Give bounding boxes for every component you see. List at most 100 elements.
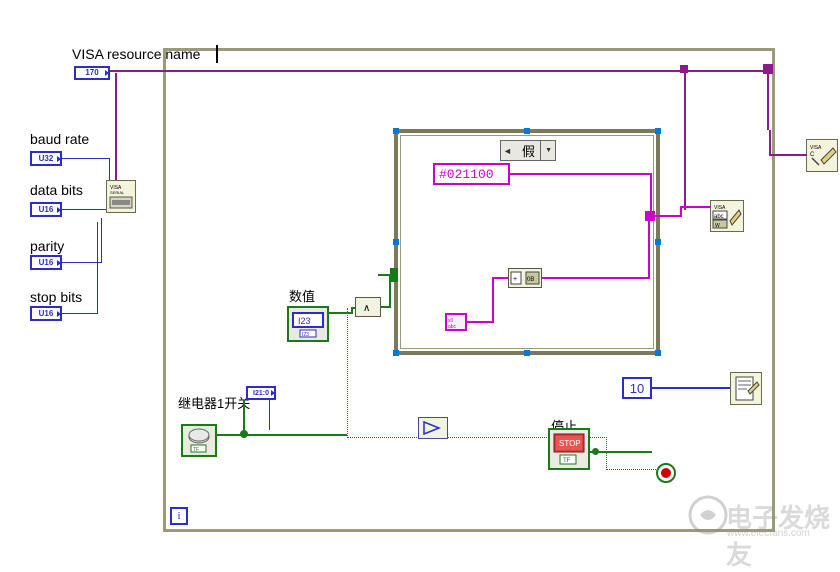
visa-write-node[interactable]: VISA abc W — [710, 200, 744, 232]
wire-stop-bits-v — [97, 222, 98, 313]
bytes-count-value: 10 — [629, 380, 645, 396]
hex-string-constant[interactable]: #021100 — [433, 163, 510, 185]
number-to-hex-node[interactable]: x0 abc — [445, 313, 467, 331]
terminal-parity[interactable]: U16 — [30, 255, 62, 270]
wire-to-visa-close-h — [769, 154, 807, 156]
svg-text:abc: abc — [448, 324, 457, 329]
terminal-arrow-icon — [57, 206, 61, 213]
numeric-control[interactable]: I23 I23 — [287, 306, 329, 342]
boolean-terminal-icon: TF — [183, 426, 215, 455]
terminal-arrow-icon — [57, 259, 61, 266]
concat-node[interactable]: + 0B — [508, 268, 542, 288]
selection-handle-ml[interactable] — [393, 239, 399, 245]
wire-concat-in-h — [466, 321, 494, 323]
number-to-hex-icon: x0 abc — [448, 318, 457, 330]
concat-icon: + 0B — [509, 269, 541, 287]
case-selector[interactable]: ◄ 假 ▼ — [500, 140, 556, 161]
selection-handle-tm[interactable] — [524, 128, 530, 134]
selection-handle-mr[interactable] — [655, 239, 661, 245]
loop-dotted-right — [606, 437, 607, 470]
parity-label: parity — [30, 238, 65, 254]
svg-text:+: + — [513, 276, 517, 283]
wire-concat-out — [542, 277, 650, 279]
watermark-logo-icon — [688, 495, 728, 535]
visa-resource-name-cursor — [216, 45, 218, 63]
wire-pink-to-write-h2 — [680, 206, 710, 208]
baud-rate-label: baud rate — [30, 131, 90, 147]
wire-visa-to-config-v — [115, 73, 117, 193]
wire-pink-to-write — [652, 215, 682, 217]
svg-text:I23: I23 — [302, 332, 309, 338]
terminal-arrow-icon — [271, 390, 275, 396]
iteration-index-label: i — [177, 510, 181, 522]
svg-text:TF: TF — [193, 447, 199, 453]
terminal-baud-rate-label: U32 — [38, 153, 54, 163]
bytes-count-constant[interactable]: 10 — [622, 377, 652, 399]
greater-than-icon — [419, 418, 447, 438]
wire-concat-in-v — [492, 277, 494, 321]
svg-text:C: C — [810, 152, 815, 158]
relay-constant-label: I21:0 — [253, 389, 269, 397]
svg-text:∧: ∧ — [363, 303, 370, 314]
svg-text:abc: abc — [714, 214, 724, 220]
terminal-visa-resource-name-label: 170 — [85, 68, 99, 77]
and-node[interactable]: ∧ — [355, 297, 381, 317]
wire-concat-out-up — [648, 217, 650, 277]
visa-serial-icon: VISA SERIAL — [107, 181, 135, 212]
terminal-data-bits[interactable]: U16 — [30, 202, 62, 217]
svg-text:W: W — [715, 223, 720, 229]
hex-string-constant-value: #021100 — [439, 166, 494, 182]
case-selector-divider — [540, 141, 541, 160]
svg-text:0B: 0B — [527, 277, 534, 283]
visa-close-node[interactable]: VISA C — [806, 139, 838, 172]
wire-visa-top — [90, 70, 769, 72]
wire-relay-up — [243, 400, 245, 434]
relay-constant[interactable]: I21:0 — [246, 386, 276, 400]
selection-handle-tr[interactable] — [655, 128, 661, 134]
svg-text:STOP: STOP — [559, 439, 581, 448]
wire-parity — [62, 262, 102, 263]
visa-resource-name-label: VISA resource name — [72, 46, 201, 62]
terminal-stop-bits-label: U16 — [38, 308, 54, 318]
loop-conditional-terminal[interactable] — [656, 463, 676, 483]
wire-data-bits — [62, 209, 106, 210]
loop-iteration-terminal[interactable]: i — [170, 507, 188, 525]
wire-junction-branch — [680, 65, 688, 73]
stop-button-control[interactable]: STOP TF — [548, 428, 590, 470]
svg-text:VISA: VISA — [810, 145, 822, 151]
svg-text:TF: TF — [563, 458, 571, 464]
relay1-switch-control[interactable]: TF — [181, 424, 217, 457]
wire-junction-top — [763, 64, 773, 74]
wire-baud-rate — [62, 158, 110, 159]
svg-text:I23: I23 — [298, 316, 311, 326]
case-selector-left-arrow-icon[interactable]: ◄ — [501, 146, 512, 156]
visa-read-node[interactable] — [730, 372, 762, 405]
terminal-arrow-icon — [105, 70, 109, 76]
terminal-stop-bits[interactable]: U16 — [30, 306, 62, 321]
wire-concat-in-left — [492, 277, 508, 279]
numeric-terminal-icon: I23 I23 — [289, 308, 327, 340]
terminal-visa-resource-name[interactable]: 170 — [74, 66, 110, 80]
visa-configure-serial-node[interactable]: VISA SERIAL — [106, 180, 136, 213]
wire-and-out-down — [389, 274, 391, 308]
chevron-down-icon[interactable]: ▼ — [545, 147, 555, 154]
terminal-arrow-icon — [57, 310, 61, 317]
selection-handle-bl[interactable] — [393, 350, 399, 356]
selection-handle-tl[interactable] — [393, 128, 399, 134]
visa-read-icon — [731, 373, 761, 404]
numeric-label: 数值 — [289, 289, 316, 304]
wire-stop-bits — [62, 313, 98, 314]
watermark-site: www.elecfans.com — [727, 528, 810, 539]
wire-numeric-out — [329, 312, 353, 314]
wire-visa-branch-down — [684, 70, 686, 210]
terminal-baud-rate[interactable]: U32 — [30, 151, 62, 166]
visa-write-icon: VISA abc W — [711, 201, 743, 231]
wire-hex-out — [510, 173, 652, 175]
loop-dotted-left — [347, 308, 348, 438]
terminal-parity-label: U16 — [38, 257, 54, 267]
stop-bits-label: stop bits — [30, 289, 83, 305]
selection-handle-bm[interactable] — [524, 350, 530, 356]
comparison-node[interactable] — [418, 417, 448, 439]
selection-handle-br[interactable] — [655, 350, 661, 356]
wire-stop-out — [590, 451, 652, 453]
